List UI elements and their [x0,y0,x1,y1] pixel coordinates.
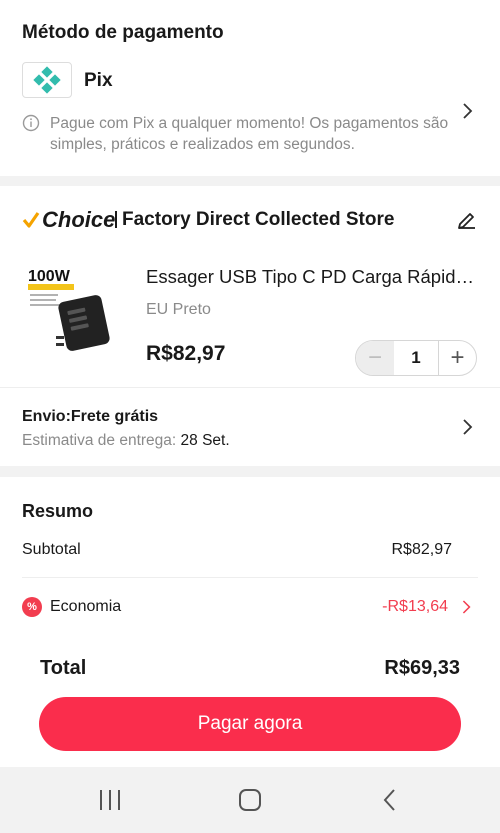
shipping-title: Envio:Frete grátis [22,408,159,425]
product-price: R$82,97 [146,342,226,365]
home-icon[interactable] [238,789,262,811]
increase-quantity-button[interactable]: + [438,341,476,375]
subtotal-value: R$82,97 [391,541,453,558]
pix-info-text: Pague com Pix a qualquer momento! Os pag… [50,115,449,153]
pay-now-button[interactable]: Pagar agora [39,697,461,751]
shipping-estimate-label: Estimativa de entrega: [22,432,177,449]
divider [0,387,500,388]
edit-icon[interactable] [456,208,478,230]
summary-title: Resumo [22,501,94,521]
choice-check-icon [22,212,40,228]
quantity-stepper: − 1 + [355,340,477,376]
summary-card: Resumo Subtotal R$82,97 % Economia -R$13… [0,477,500,767]
shipping-estimate-date: 28 Set. [180,432,230,449]
economy-label: Economia [50,598,122,615]
system-navigation-bar [0,767,500,833]
recent-apps-icon[interactable] [98,789,122,811]
total-value: R$69,33 [384,657,460,679]
choice-badge: Choice [22,206,115,234]
economy-value: -R$13,64 [382,598,448,615]
decrease-quantity-button[interactable]: − [356,341,394,375]
store-card: Choice Factory Direct Collected Store 10… [0,186,500,466]
info-icon [22,114,40,132]
shipping-chevron-right-icon[interactable] [460,418,474,436]
product-title[interactable]: Essager USB Tipo C PD Carga Rápida 100W [146,266,476,288]
subtotal-label: Subtotal [22,541,81,558]
percent-badge-icon: % [22,597,42,617]
store-separator [115,211,117,228]
payment-method-name[interactable]: Pix [84,70,113,92]
payment-method-card: Método de pagamento Pix Pague com Pix a … [0,0,500,176]
chevron-right-icon[interactable] [460,102,474,120]
charger-image: 100W [22,264,122,364]
store-name[interactable]: Factory Direct Collected Store [122,209,394,231]
back-icon[interactable] [380,788,400,812]
divider [22,577,478,578]
quantity-value[interactable]: 1 [394,348,438,368]
product-image[interactable]: 100W [22,264,122,364]
choice-label: Choice [42,207,116,232]
product-image-text: 100W [28,268,71,285]
product-variant[interactable]: EU Preto [146,301,211,319]
pix-logo-icon [33,66,61,94]
payment-method-title: Método de pagamento [22,22,224,43]
total-label: Total [40,657,87,679]
economy-chevron-right-icon[interactable] [460,599,472,615]
pix-logo-box[interactable] [22,62,72,98]
shipping-estimate: Estimativa de entrega: 28 Set. [22,432,230,450]
